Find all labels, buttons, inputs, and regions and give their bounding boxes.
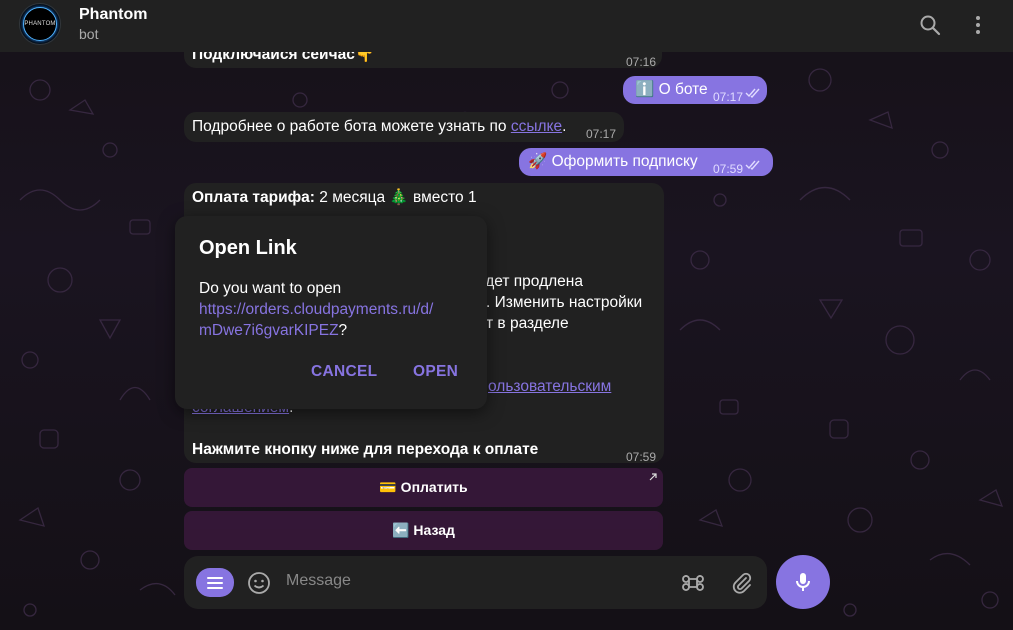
message-text: 🚀 Оформить подписку bbox=[528, 153, 698, 170]
search-icon[interactable] bbox=[918, 13, 942, 37]
message-line: Нажмите кнопку ниже для перехода к оплат… bbox=[192, 441, 539, 458]
voice-record-button[interactable] bbox=[776, 555, 830, 609]
message-incoming: Подробнее о работе бота можете узнать по… bbox=[184, 112, 624, 142]
message-line-rest: 2 месяца 🎄 вместо 1 bbox=[314, 189, 477, 206]
bot-menu-button[interactable] bbox=[196, 568, 234, 597]
message-line: удет продлена bbox=[478, 273, 583, 290]
read-check-icon bbox=[745, 88, 760, 98]
menu-icon bbox=[207, 576, 223, 589]
message-text: ℹ️ О боте bbox=[635, 81, 708, 98]
avatar-logo-text: PHANTOM bbox=[24, 21, 56, 27]
message-time: 07:59 bbox=[626, 450, 657, 464]
message-line: . Изменить настройки bbox=[486, 294, 643, 311]
message-text-suffix: . bbox=[562, 118, 567, 135]
message-bold-label: Оплата тарифа: bbox=[192, 189, 315, 206]
message-text: Подробнее о работе бота можете узнать по… bbox=[192, 116, 566, 137]
bot-commands-icon[interactable] bbox=[681, 571, 705, 595]
message-time: 07:17 bbox=[586, 127, 617, 141]
dialog-title: Open Link bbox=[199, 237, 297, 259]
more-options-icon[interactable] bbox=[966, 13, 990, 37]
dialog-url-line2: mDwe7i6gvarKIPEZ? bbox=[199, 320, 469, 341]
external-link-icon bbox=[649, 473, 657, 481]
read-check-icon bbox=[745, 160, 760, 170]
microphone-icon bbox=[796, 573, 810, 591]
message-outgoing: ℹ️ О боте 07:17 bbox=[623, 76, 767, 104]
message-time: 07:16 bbox=[626, 55, 657, 69]
dialog-prompt: Do you want to open bbox=[199, 280, 342, 297]
dialog-question-mark: ? bbox=[338, 322, 348, 339]
pay-button-label: 💳 Оплатить bbox=[379, 479, 468, 495]
message-time: 07:59 bbox=[713, 162, 744, 176]
dialog-body: Do you want to open https://orders.cloud… bbox=[199, 278, 469, 341]
chat-subtitle: bot bbox=[79, 26, 99, 42]
avatar-logo: PHANTOM bbox=[23, 7, 57, 41]
message-composer: Message bbox=[184, 556, 767, 609]
message-link[interactable]: ссылке bbox=[511, 118, 562, 135]
open-button[interactable]: OPEN bbox=[413, 363, 458, 381]
pay-button[interactable]: 💳 Оплатить bbox=[184, 468, 663, 507]
message-input[interactable]: Message bbox=[286, 572, 351, 590]
message-text-body: Подробнее о работе бота можете узнать по bbox=[192, 118, 511, 135]
back-button[interactable]: ⬅️ Назад bbox=[184, 511, 663, 550]
message-line: т в разделе bbox=[486, 315, 569, 332]
message-outgoing: 🚀 Оформить подписку 07:59 bbox=[519, 148, 773, 176]
dialog-url: https://orders.cloudpayments.ru/d/ bbox=[199, 301, 434, 318]
message-time: 07:17 bbox=[713, 90, 744, 104]
chat-header[interactable]: PHANTOM Phantom bot bbox=[0, 0, 1013, 52]
message-line: Оплата тарифа: 2 месяца 🎄 вместо 1 bbox=[192, 187, 477, 208]
open-link-dialog: Open Link Do you want to open https://or… bbox=[175, 216, 487, 409]
agreement-link[interactable]: ользовательским bbox=[488, 376, 611, 397]
back-button-label: ⬅️ Назад bbox=[392, 522, 455, 538]
emoji-icon[interactable] bbox=[247, 571, 271, 595]
bot-avatar[interactable]: PHANTOM bbox=[19, 3, 61, 45]
attach-icon[interactable] bbox=[730, 571, 754, 595]
cancel-button[interactable]: CANCEL bbox=[311, 363, 377, 381]
chat-title[interactable]: Phantom bbox=[79, 6, 147, 24]
dialog-url-cont: mDwe7i6gvarKIPEZ bbox=[199, 322, 339, 339]
